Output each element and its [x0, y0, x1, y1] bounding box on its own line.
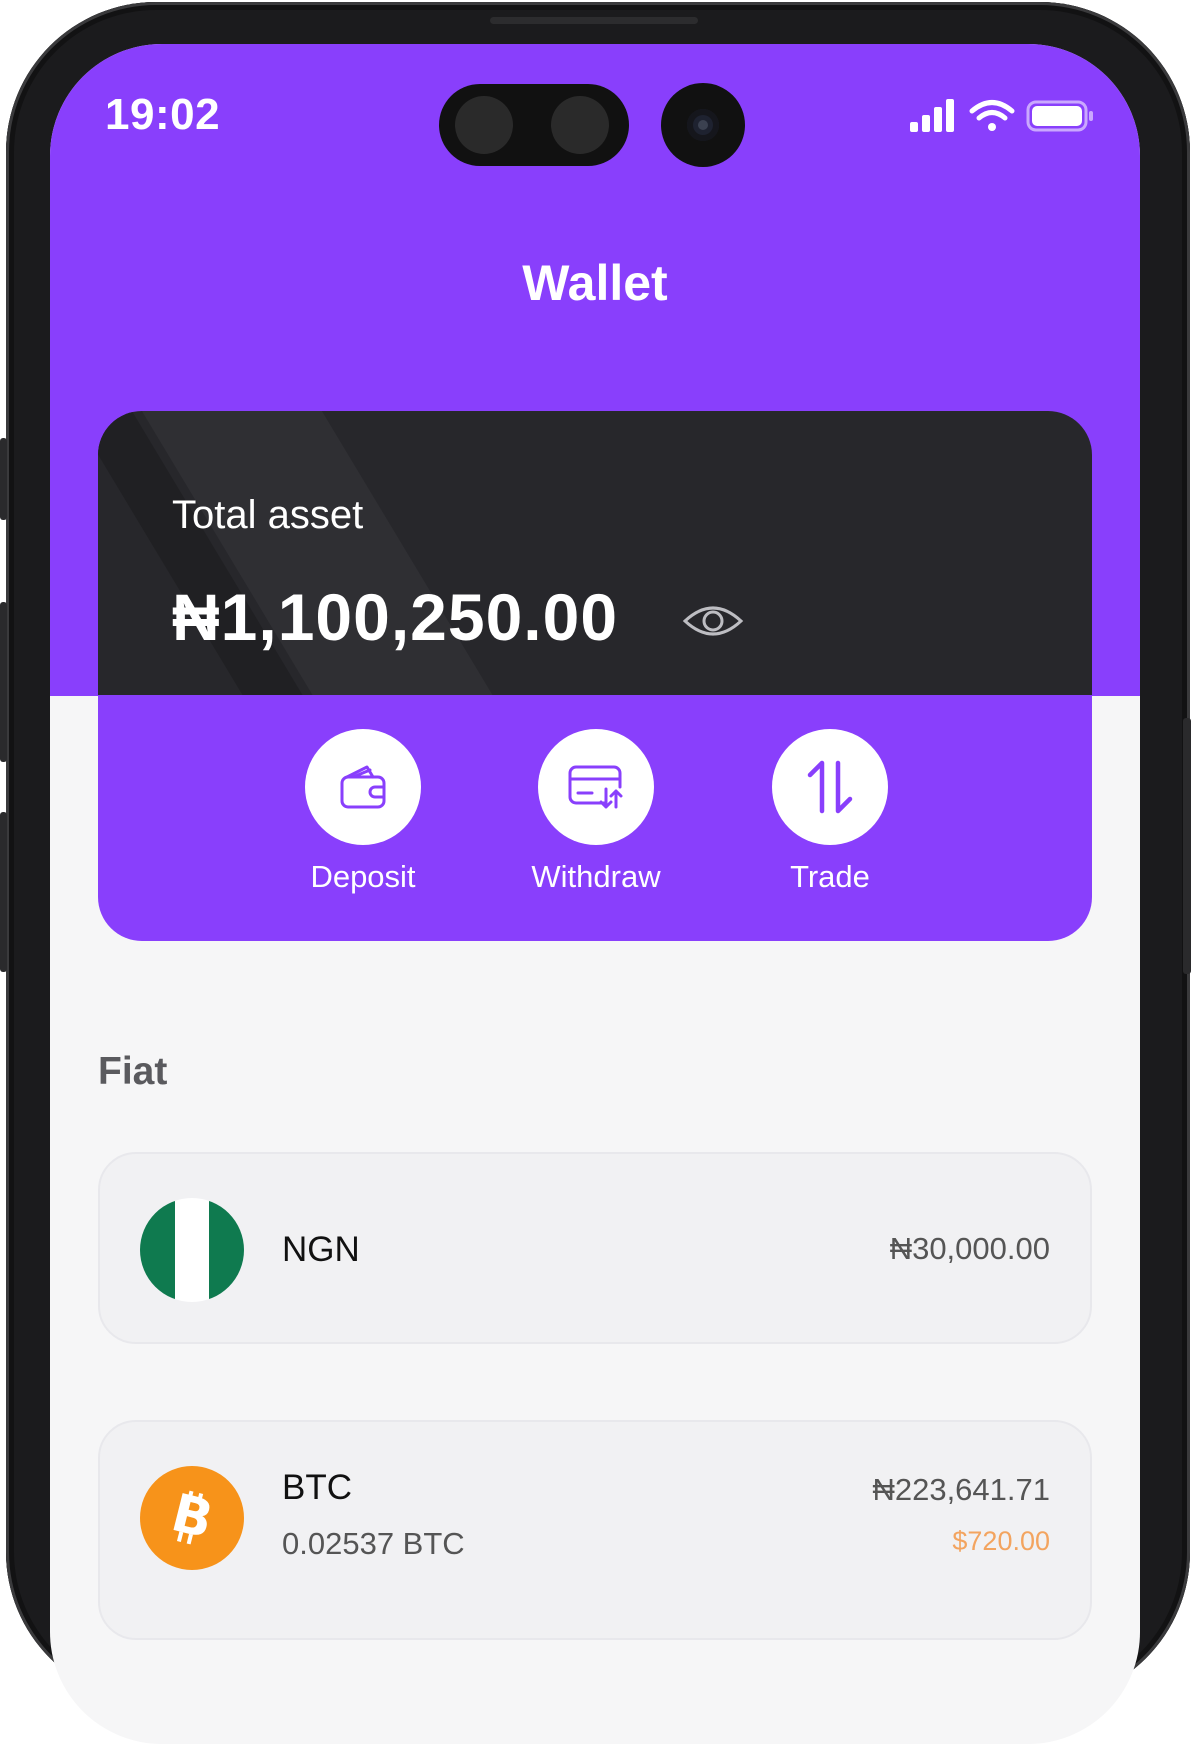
deposit-label: Deposit: [310, 859, 416, 894]
trade-button[interactable]: Trade: [730, 729, 930, 895]
camera-lens: [687, 109, 719, 141]
bitcoin-icon: B: [140, 1466, 244, 1570]
deposit-button[interactable]: Deposit: [263, 729, 463, 895]
power-button: [1183, 718, 1191, 974]
withdraw-button[interactable]: Withdraw: [496, 729, 696, 895]
total-asset-value: ₦1,100,250.00: [172, 580, 619, 654]
ngn-asset-card[interactable]: NGN ₦30,000.00: [98, 1152, 1092, 1344]
asset-code: NGN: [282, 1230, 360, 1269]
asset-value: ₦223,641.71: [872, 1472, 1050, 1507]
wifi-icon: [969, 100, 1015, 131]
total-asset-label: Total asset: [172, 493, 364, 537]
battery-icon: [1026, 100, 1093, 132]
status-time: 19:02: [105, 90, 221, 139]
signal-icon: [910, 99, 954, 132]
asset-value: ₦30,000.00: [889, 1231, 1050, 1266]
nigeria-flag-icon: [140, 1198, 244, 1302]
page-title: Wallet: [522, 255, 668, 311]
asset-amount: 0.02537 BTC: [282, 1526, 465, 1561]
front-camera: [661, 83, 745, 167]
balance-card-top: Total asset ₦1,100,250.00: [98, 411, 1092, 695]
balance-card: Total asset ₦1,100,250.00 Deposit Withdr…: [98, 411, 1092, 941]
withdraw-label: Withdraw: [531, 859, 661, 894]
phone-screen: 19:02 Wallet Total asset ₦1,100,250.00 D…: [50, 44, 1140, 1744]
quick-actions: Deposit Withdraw Trade: [98, 729, 1092, 899]
fiat-section-title: Fiat: [98, 1050, 168, 1093]
sensor-dot: [551, 96, 609, 154]
asset-usd-value: $720.00: [952, 1526, 1050, 1556]
volume-up-button: [0, 438, 7, 520]
earpiece-speaker: [490, 17, 698, 24]
btc-asset-card[interactable]: B BTC 0.02537 BTC ₦223,641.71 $720.00: [98, 1420, 1092, 1640]
silent-switch: [0, 812, 7, 972]
withdraw-icon-circle: [538, 729, 654, 845]
swap-arrows-icon: [807, 760, 853, 814]
card-transfer-icon: [568, 765, 623, 809]
wallet-icon: [340, 765, 386, 809]
volume-down-button: [0, 602, 7, 762]
asset-code: BTC: [282, 1468, 352, 1507]
dynamic-island: [439, 84, 629, 166]
trade-icon-circle: [772, 729, 888, 845]
sensor-dot: [455, 96, 513, 154]
trade-label: Trade: [790, 859, 870, 894]
eye-icon[interactable]: [682, 599, 744, 643]
deposit-icon-circle: [305, 729, 421, 845]
status-icons: [910, 96, 1100, 136]
